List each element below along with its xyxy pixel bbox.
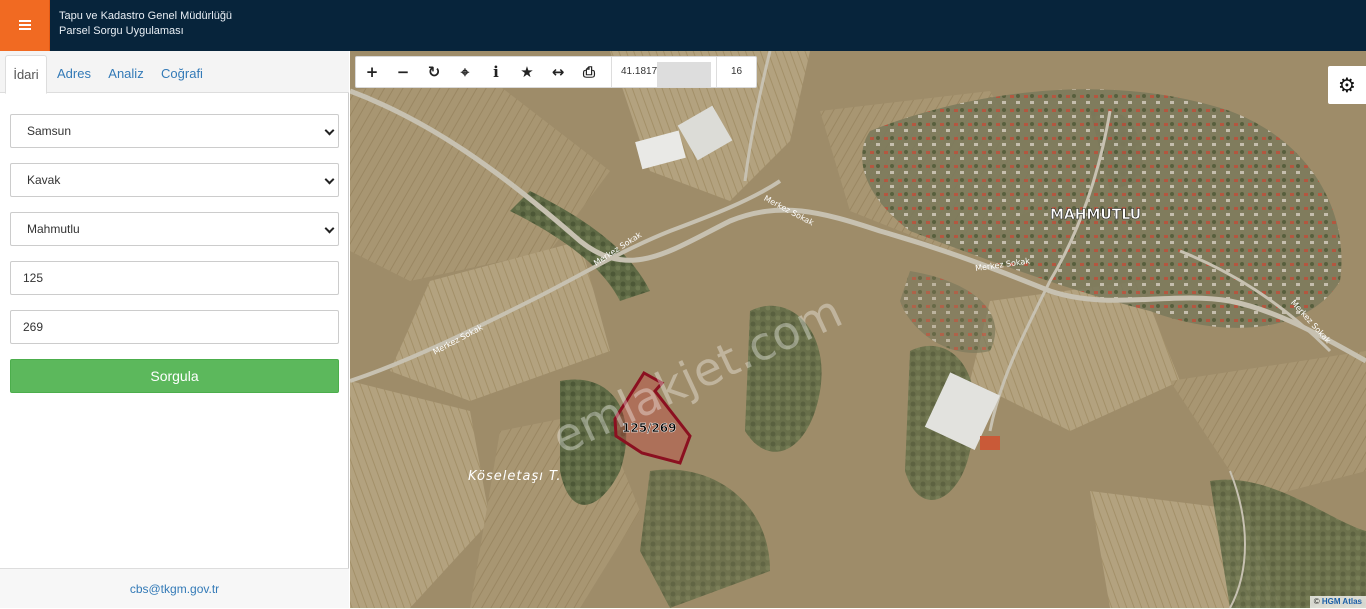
coordinate-mask (657, 62, 711, 87)
tab-analiz[interactable]: Analiz (104, 55, 148, 93)
ada-input-value: 125 (23, 271, 44, 285)
sidebar: İdari Adres Analiz Coğrafi Samsun Kavak … (0, 51, 349, 608)
ilce-select[interactable]: Kavak (10, 163, 339, 197)
attribution-prefix: © (1313, 597, 1320, 606)
tab-cografi[interactable]: Coğrafi (158, 55, 206, 93)
attribution-link[interactable]: HGM Atlas (1322, 597, 1362, 606)
refresh-icon[interactable]: ↻ (419, 57, 449, 87)
satellite-basemap: MAHMUTLU Köseletaşı T. 125/269 Merkez So… (350, 51, 1366, 608)
coordinate-readout: 41.1817 (611, 57, 715, 87)
hamburger-icon (19, 20, 31, 22)
parsel-input-value: 269 (23, 320, 44, 334)
il-select-value: Samsun (27, 124, 72, 138)
hamburger-icon-line (19, 28, 31, 30)
chevron-down-icon (324, 223, 335, 234)
tab-bar: İdari Adres Analiz Coğrafi (0, 51, 349, 94)
map-toolbar: + − ↻ ⌖ i ★ ↔ ⎙ 41.1817 16 (355, 56, 757, 88)
il-select[interactable]: Samsun (10, 114, 339, 148)
tab-adres[interactable]: Adres (52, 55, 96, 93)
chevron-down-icon (324, 174, 335, 185)
mahalle-select[interactable]: Mahmutlu (10, 212, 339, 246)
info-icon[interactable]: i (481, 57, 511, 87)
menu-button[interactable] (0, 0, 50, 51)
star-icon[interactable]: ★ (512, 57, 542, 87)
hamburger-icon-line (19, 24, 31, 26)
contact-email-link[interactable]: cbs@tkgm.gov.tr (130, 582, 219, 596)
app-title: Tapu ve Kadastro Genel Müdürlüğü Parsel … (59, 9, 232, 39)
zoom-level-readout: 16 (716, 57, 756, 87)
coordinate-value: 41.1817 (621, 66, 658, 77)
gear-icon[interactable]: ⚙ (1328, 66, 1366, 104)
measure-icon[interactable]: ↔ (543, 57, 573, 87)
sorgula-button[interactable]: Sorgula (10, 359, 339, 393)
ilce-select-value: Kavak (27, 173, 61, 187)
chevron-down-icon (324, 125, 335, 136)
print-icon[interactable]: ⎙ (574, 57, 604, 87)
hill-label: Köseletaşı T. (468, 469, 562, 484)
app-title-line1: Tapu ve Kadastro Genel Müdürlüğü (59, 10, 233, 22)
contact-footer: cbs@tkgm.gov.tr (0, 568, 349, 608)
app-title-line2: Parsel Sorgu Uygulaması (59, 25, 184, 37)
map-view[interactable]: MAHMUTLU Köseletaşı T. 125/269 Merkez So… (350, 51, 1366, 608)
village-label: MAHMUTLU (1050, 207, 1141, 223)
parsel-input[interactable]: 269 (10, 310, 339, 344)
zoom-in-icon[interactable]: + (357, 57, 387, 87)
locate-icon[interactable]: ⌖ (450, 57, 480, 87)
app-header: Tapu ve Kadastro Genel Müdürlüğü Parsel … (0, 0, 1366, 51)
zoom-out-icon[interactable]: − (388, 57, 418, 87)
map-attribution: © HGM Atlas (1309, 596, 1366, 608)
tab-idari[interactable]: İdari (5, 55, 47, 94)
mahalle-select-value: Mahmutlu (27, 222, 80, 236)
ada-input[interactable]: 125 (10, 261, 339, 295)
